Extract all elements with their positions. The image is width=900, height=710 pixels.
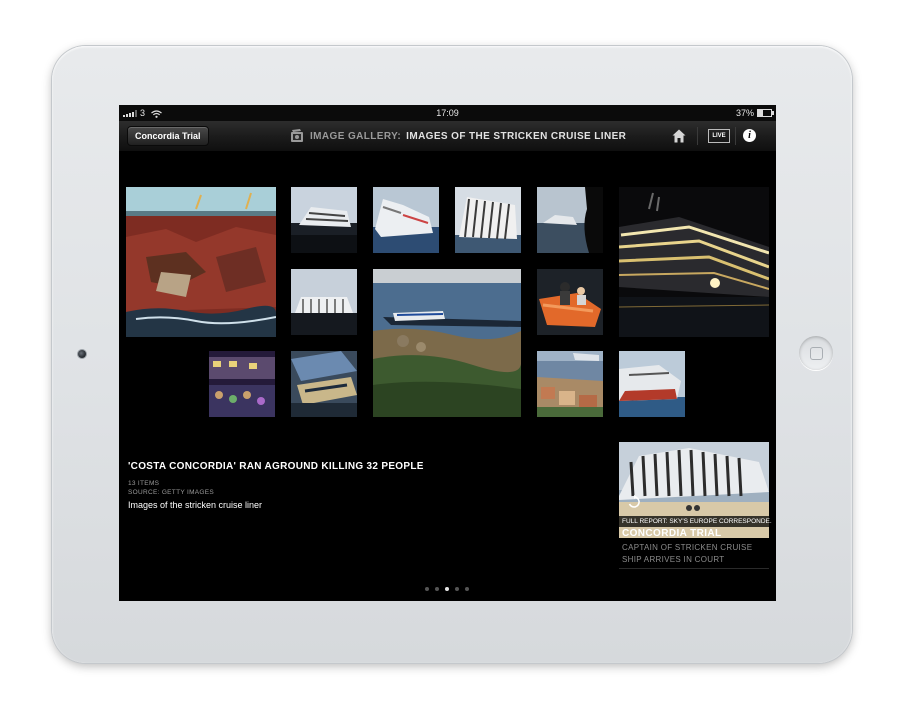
thumbnail-capsized-ship-4[interactable] — [291, 269, 357, 335]
back-button[interactable]: Concordia Trial — [127, 126, 209, 146]
thumbnail-capsized-ship-2[interactable] — [373, 187, 439, 253]
section-label: IMAGE GALLERY: — [310, 130, 402, 142]
replay-icon[interactable] — [627, 495, 641, 509]
info-icon[interactable]: i — [743, 129, 756, 142]
status-bar: 3 17:09 37% — [119, 105, 776, 121]
promo-caption: FULL REPORT: SKY'S EUROPE CORRESPONDE... — [619, 516, 772, 527]
gallery-icon — [291, 129, 303, 142]
thumbnail-lifeboat-rescue[interactable] — [537, 269, 603, 335]
battery-icon — [757, 109, 774, 117]
page-title: IMAGE GALLERY: IMAGES OF THE STRICKEN CR… — [289, 121, 626, 151]
home-icon[interactable] — [672, 129, 686, 143]
thumbnail-ship-lit-night[interactable] — [619, 187, 769, 337]
page-indicator[interactable] — [425, 587, 469, 591]
thumbnail-night-crowd[interactable] — [209, 351, 275, 417]
live-tv-icon[interactable]: LIVE — [708, 129, 730, 143]
items-count: 13 ITEMS — [128, 480, 160, 487]
navigation-bar: Concordia Trial IMAGE GALLERY: IMAGES OF… — [119, 121, 776, 152]
battery-percent: 37% — [735, 108, 754, 118]
app-screen: 3 17:09 37% Concordia Trial IMAGE GALLER… — [119, 105, 776, 601]
page-dot[interactable] — [465, 587, 469, 591]
thumbnail-hull-damage[interactable] — [126, 187, 276, 337]
status-time: 17:09 — [436, 108, 459, 118]
thumbnail-capsized-ship-close[interactable] — [619, 351, 685, 417]
thumbnail-capsized-ship-3[interactable] — [455, 187, 521, 253]
thumbnail-aerial-coast-view[interactable] — [373, 269, 521, 417]
thumbnail-harbour-town[interactable] — [537, 351, 603, 417]
gallery-description: Images of the stricken cruise liner — [128, 500, 263, 510]
thumbnail-capsized-ship-1[interactable] — [291, 187, 357, 253]
thumbnail-ship-interior[interactable] — [291, 351, 357, 417]
promo-card[interactable]: FULL REPORT: SKY'S EUROPE CORRESPONDE...… — [619, 442, 772, 569]
thumbnail-rescue-worker-silhouette[interactable] — [537, 187, 603, 253]
image-source: SOURCE: GETTY IMAGES — [128, 489, 215, 496]
promo-subtitle: CAPTAIN OF STRICKEN CRUISE SHIP ARRIVES … — [622, 543, 753, 564]
promo-divider — [619, 568, 769, 569]
home-button[interactable] — [799, 336, 833, 370]
page-dot[interactable] — [445, 587, 449, 591]
gallery-headline: 'COSTA CONCORDIA' RAN AGROUND KILLING 32… — [128, 461, 424, 472]
page-dot[interactable] — [455, 587, 459, 591]
page-dot[interactable] — [425, 587, 429, 591]
title-label: IMAGES OF THE STRICKEN CRUISE LINER — [406, 130, 627, 142]
promo-title: CONCORDIA TRIAL — [622, 528, 722, 539]
camera-icon — [78, 350, 86, 358]
page-dot[interactable] — [435, 587, 439, 591]
